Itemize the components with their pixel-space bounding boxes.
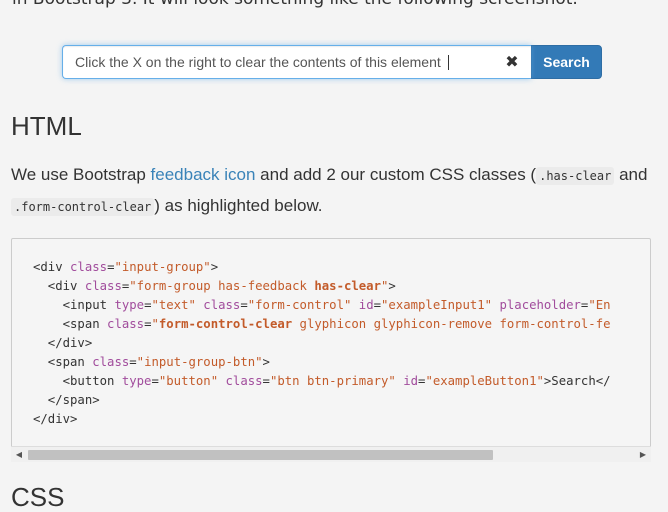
inline-code-form-control-clear: .form-control-clear (11, 198, 155, 216)
code-content: <div class="input-group"> <div class="fo… (33, 258, 611, 429)
para-text-3: and (614, 165, 648, 184)
code-line: <div class="input-group"> (33, 260, 219, 274)
feedback-icon-link[interactable]: feedback icon (151, 165, 256, 184)
horizontal-scrollbar[interactable]: ◀ ▶ (11, 446, 651, 462)
section-paragraph: We use Bootstrap feedback icon and add 2… (11, 160, 651, 222)
para-text-4: ) as highlighted below. (154, 196, 323, 215)
scrollbar-thumb[interactable] (28, 450, 493, 460)
para-text-1: We use Bootstrap (11, 165, 151, 184)
clear-x-icon[interactable]: ✖ (501, 50, 523, 74)
code-line: <span class="input-group-btn"> (33, 355, 270, 369)
inline-code-has-clear: .has-clear (536, 167, 615, 185)
section-heading-html: HTML (11, 111, 82, 141)
demo-input-wrapper: ✖ (62, 45, 531, 79)
code-line: </span> (33, 393, 100, 407)
text-caret (448, 55, 449, 70)
next-heading-cut: CSS (11, 482, 65, 512)
code-line: <span class="form-control-clear glyphico… (33, 317, 611, 331)
code-block: <div class="input-group"> <div class="fo… (11, 238, 651, 462)
para-text-2: and add 2 our custom CSS classes ( (255, 165, 537, 184)
demo-text-input[interactable] (63, 46, 505, 78)
scroll-right-icon[interactable]: ▶ (635, 447, 651, 463)
code-line: </div> (33, 336, 93, 350)
demo-input-group: ✖ Search (62, 45, 602, 79)
code-line: <input type="text" class="form-control" … (33, 298, 611, 312)
code-line: <div class="form-group has-feedback has-… (33, 279, 396, 293)
code-line: <button type="button" class="btn btn-pri… (33, 374, 611, 388)
code-line: </div> (33, 412, 78, 426)
scroll-left-icon[interactable]: ◀ (11, 447, 27, 463)
search-button[interactable]: Search (531, 45, 602, 79)
intro-text-cut: in Bootstrap 3. It will look something l… (12, 0, 578, 9)
